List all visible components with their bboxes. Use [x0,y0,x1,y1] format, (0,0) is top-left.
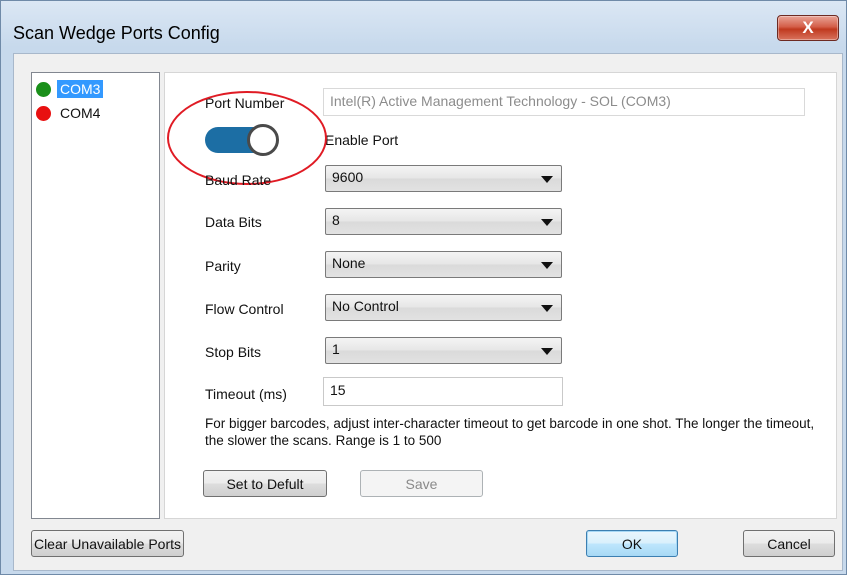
parity-select[interactable]: None [325,251,562,278]
flow-control-value: No Control [332,298,399,314]
close-button[interactable]: X [777,15,839,41]
data-bits-select[interactable]: 8 [325,208,562,235]
close-icon: X [802,18,814,37]
port-list[interactable]: COM3 COM4 [31,72,160,519]
chevron-down-icon [541,305,553,312]
port-list-item-com4[interactable]: COM4 [36,103,103,123]
parity-label: Parity [205,258,241,274]
baud-rate-value: 9600 [332,169,364,185]
baud-rate-select[interactable]: 9600 [325,165,562,192]
toggle-knob [247,124,279,156]
flow-control-label: Flow Control [205,301,284,317]
timeout-label: Timeout (ms) [205,386,287,402]
parity-value: None [332,255,366,271]
status-dot-icon [36,81,51,97]
data-bits-value: 8 [332,212,340,228]
port-number-label: Port Number [205,95,285,111]
clear-unavailable-ports-button[interactable]: Clear Unavailable Ports [31,530,184,557]
chevron-down-icon [541,219,553,226]
port-list-item-label: COM4 [60,105,101,121]
save-button[interactable]: Save [360,470,483,497]
cancel-button[interactable]: Cancel [743,530,835,557]
title-bar[interactable]: Scan Wedge Ports Config X [1,1,846,53]
timeout-input[interactable]: 15 [323,377,563,406]
enable-port-toggle[interactable] [205,124,279,156]
window-title: Scan Wedge Ports Config [13,23,220,43]
ok-button[interactable]: OK [586,530,678,557]
baud-rate-label: Baud Rate [205,172,272,188]
port-settings-panel: Port Number Intel(R) Active Management T… [164,72,837,519]
chevron-down-icon [541,176,553,183]
dialog-window: Scan Wedge Ports Config X COM3 COM4 Port… [0,0,847,575]
flow-control-select[interactable]: No Control [325,294,562,321]
stop-bits-label: Stop Bits [205,344,262,360]
status-dot-icon [36,105,51,121]
enable-port-label: Enable Port [325,132,399,148]
dialog-body: COM3 COM4 Port Number Intel(R) Active Ma… [13,53,843,571]
set-default-button[interactable]: Set to Defult [203,470,327,497]
port-list-item-label: COM3 [57,80,104,98]
chevron-down-icon [541,348,553,355]
chevron-down-icon [541,262,553,269]
port-number-field: Intel(R) Active Management Technology - … [323,88,805,116]
stop-bits-select[interactable]: 1 [325,337,562,364]
stop-bits-value: 1 [332,341,340,357]
timeout-help-text: For bigger barcodes, adjust inter-charac… [205,416,815,448]
port-list-item-com3[interactable]: COM3 [36,79,104,99]
data-bits-label: Data Bits [205,214,262,230]
